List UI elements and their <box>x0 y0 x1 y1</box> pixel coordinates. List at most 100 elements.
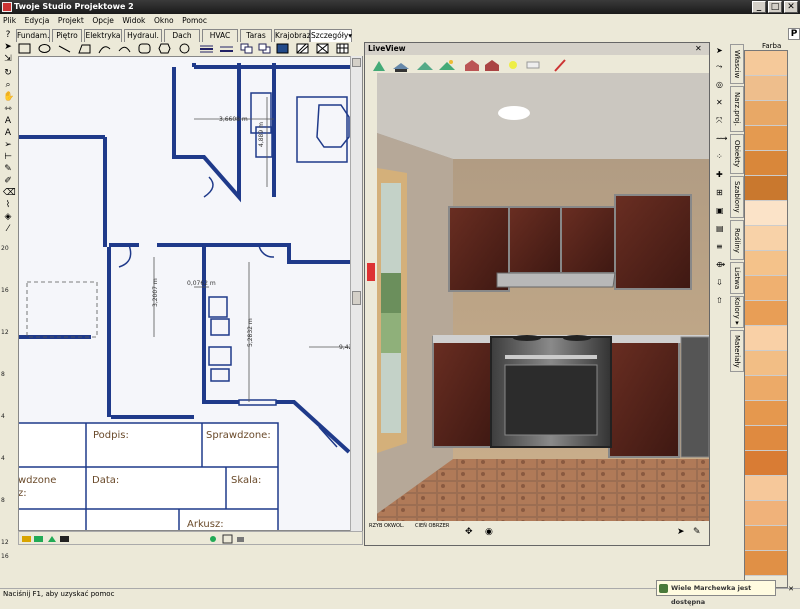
color-swatch[interactable] <box>745 251 787 276</box>
text-alt-icon[interactable]: A <box>3 128 13 138</box>
line-tool-icon[interactable] <box>58 43 71 54</box>
object-icon[interactable]: ▤ <box>716 224 728 236</box>
color-swatch[interactable] <box>745 351 787 376</box>
color-swatch[interactable] <box>745 501 787 526</box>
export-icon[interactable]: ⇧ <box>716 296 728 308</box>
tab-obiekty[interactable]: Obiekty <box>730 134 744 174</box>
tab-narzedzia[interactable]: Narz.proj. <box>730 86 744 132</box>
close-button[interactable]: ✕ <box>784 1 798 13</box>
3d-render-view[interactable] <box>377 73 709 521</box>
color-swatch[interactable] <box>745 376 787 401</box>
cross-icon[interactable]: ✕ <box>716 98 728 110</box>
color-swatch[interactable] <box>745 126 787 151</box>
menu-projekt[interactable]: Projekt <box>55 14 87 28</box>
hexagon-tool-icon[interactable] <box>158 43 171 54</box>
color-swatch[interactable] <box>745 201 787 226</box>
ellipse-tool-icon[interactable] <box>38 43 51 54</box>
line-draw-icon[interactable]: ⁄ <box>3 224 13 234</box>
box-icon[interactable]: ▣ <box>716 206 728 218</box>
pointer-tool-icon[interactable]: ➤ <box>716 46 728 58</box>
height-slider[interactable] <box>367 263 375 281</box>
send-backward-icon[interactable] <box>258 43 271 54</box>
plan-view-icons[interactable] <box>22 534 82 544</box>
color-swatch[interactable] <box>745 176 787 201</box>
color-swatch[interactable] <box>745 276 787 301</box>
floor-plan-canvas[interactable]: 3,6608 m 4,889 m 3,2007 m 0,0762 m 5,283… <box>18 56 363 531</box>
paint-bucket-icon[interactable]: P <box>788 28 800 40</box>
select-arrow-icon[interactable]: ➤ <box>3 42 13 52</box>
maximize-button[interactable]: □ <box>768 1 782 13</box>
color-swatch[interactable] <box>745 326 787 351</box>
circle-tool-icon[interactable] <box>178 43 191 54</box>
eraser-icon[interactable]: ⌫ <box>3 188 16 198</box>
stack-icon[interactable]: ≡ <box>716 242 728 254</box>
tab-elektryka[interactable]: Elektryka <box>84 29 122 42</box>
walk-controls-label[interactable]: RZYB OKWOL. <box>369 523 404 529</box>
tab-hydraulika[interactable]: Hydraul. <box>124 29 162 42</box>
rotate-icon[interactable]: ↻ <box>3 68 13 78</box>
color-swatch[interactable] <box>745 151 787 176</box>
notification-balloon[interactable]: Wiele Marchewka jest dostępna <box>656 580 776 606</box>
color-swatch[interactable] <box>745 401 787 426</box>
text-tool-icon[interactable]: A <box>3 116 13 126</box>
minimize-button[interactable]: _ <box>752 1 766 13</box>
snap-icon[interactable]: ◈ <box>3 212 13 222</box>
color-swatch[interactable] <box>745 476 787 501</box>
color-swatch[interactable] <box>745 301 787 326</box>
scroll-up-button[interactable] <box>352 58 361 67</box>
grid-pattern-icon[interactable]: ⊞ <box>716 188 728 200</box>
color-swatch[interactable] <box>745 101 787 126</box>
hatch-pattern-1-icon[interactable] <box>296 43 309 54</box>
pen-icon[interactable]: ✎ <box>3 164 13 174</box>
color-swatch[interactable] <box>745 426 787 451</box>
path-icon[interactable]: ⤳ <box>716 62 728 74</box>
color-swatch[interactable] <box>745 526 787 551</box>
multi-select-icon[interactable]: ⇲ <box>3 54 13 64</box>
color-swatch[interactable] <box>745 76 787 101</box>
tab-wlasciwosci[interactable]: Własciw <box>730 44 744 84</box>
cursor-icon[interactable]: ➤ <box>677 527 685 537</box>
tab-listwa[interactable]: Listwa <box>730 262 744 294</box>
tab-hvac[interactable]: HVAC <box>202 29 238 42</box>
nodes-icon[interactable]: ⤧ <box>716 116 728 128</box>
menu-pomoc[interactable]: Pomoc <box>179 14 210 28</box>
line-style-icon[interactable] <box>200 43 213 54</box>
tab-szczegoly[interactable]: Szczegóły▾ <box>310 29 352 42</box>
scatter-icon[interactable]: ⁘ <box>716 152 728 164</box>
notification-close-icon[interactable]: ✕ <box>786 584 796 594</box>
menu-okno[interactable]: Okno <box>151 14 177 28</box>
curve-tool-icon[interactable] <box>118 43 131 54</box>
polygon-tool-icon[interactable] <box>78 43 91 54</box>
move-icon[interactable]: ✥ <box>465 527 473 537</box>
color-swatch[interactable] <box>745 226 787 251</box>
tab-kolory[interactable]: Kolory▾ <box>730 296 744 328</box>
fill-tool-icon[interactable] <box>276 43 289 54</box>
menu-edycja[interactable]: Edycja <box>22 14 53 28</box>
arc-tool-icon[interactable] <box>98 43 111 54</box>
liveview-close-icon[interactable]: ✕ <box>695 44 702 53</box>
line-weight-icon[interactable] <box>220 43 233 54</box>
tab-fundamenty[interactable]: Fundam. <box>16 29 50 42</box>
help-icon[interactable]: ? <box>3 30 13 40</box>
rectangle-tool-icon[interactable] <box>18 43 31 54</box>
zigzag-icon[interactable]: ⟿ <box>716 134 728 146</box>
color-swatch[interactable] <box>745 51 787 76</box>
hatch-pattern-2-icon[interactable] <box>316 43 329 54</box>
zoom-icon[interactable]: ⌕ <box>3 80 13 90</box>
pencil-icon[interactable]: ✐ <box>3 176 13 186</box>
plan-nav-icons[interactable] <box>209 534 249 544</box>
measure-icon[interactable]: ⇿ <box>3 104 13 114</box>
bring-forward-icon[interactable] <box>240 43 253 54</box>
merge-icon[interactable]: ⟴ <box>716 260 728 272</box>
tab-dach[interactable]: Dach <box>164 29 200 42</box>
tab-materialy[interactable]: Materiały <box>730 330 744 372</box>
hatch-pattern-3-icon[interactable] <box>336 43 349 54</box>
color-swatch[interactable] <box>745 451 787 476</box>
eye-icon[interactable]: ◉ <box>485 527 493 537</box>
pan-hand-icon[interactable]: ✋ <box>3 92 14 102</box>
plant-add-icon[interactable]: ✚ <box>716 170 728 182</box>
shadow-controls-label[interactable]: CIEŃ OBRZER <box>415 523 449 529</box>
circle-target-icon[interactable]: ◎ <box>716 80 728 92</box>
dimension-icon[interactable]: ⊢ <box>3 152 13 162</box>
plan-vertical-scrollbar[interactable] <box>350 56 362 531</box>
